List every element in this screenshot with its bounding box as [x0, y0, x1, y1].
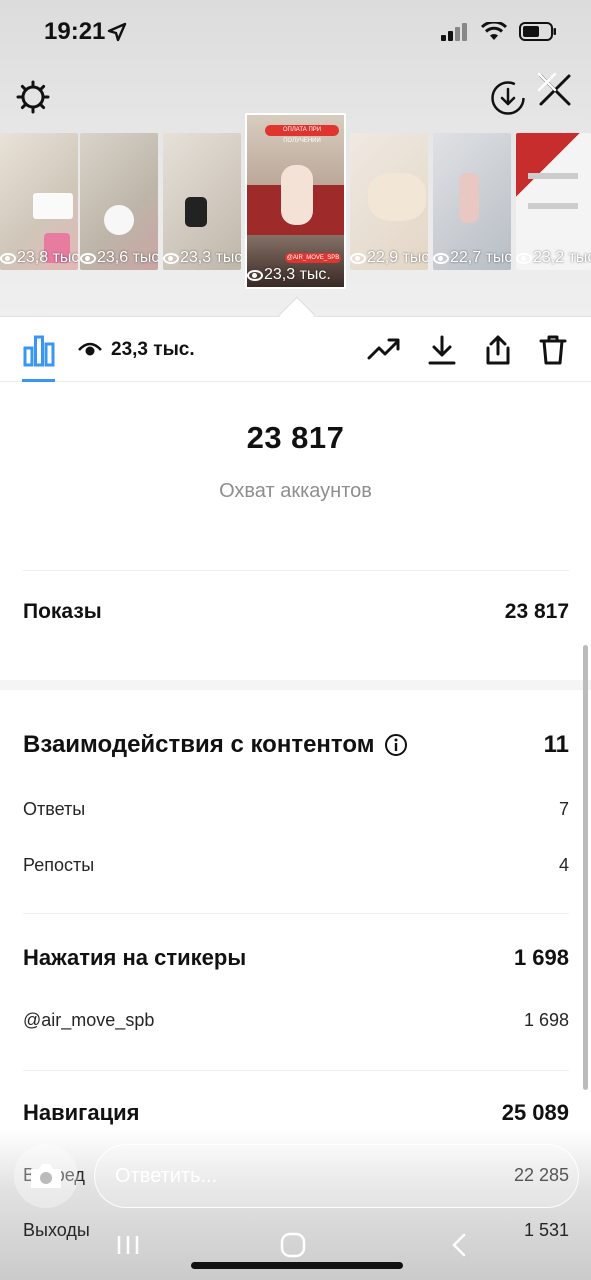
reach-label: Охват аккаунтов — [219, 480, 372, 502]
close-icon[interactable] — [535, 70, 575, 110]
story-thumbnail-selected[interactable]: ОПЛАТА ПРИ ПОЛУЧЕНИИ @AIR_MOVE_SPB 23,3 … — [245, 113, 346, 289]
sticker-mention-label: @air_move_spb — [23, 1010, 155, 1030]
eye-icon — [350, 252, 366, 264]
story-thumbnail[interactable]: 22,7 тыс. — [433, 133, 511, 270]
story-thumbnail[interactable]: 23,3 тыс. — [163, 133, 241, 270]
story-thumbnail[interactable]: 23,2 тыс. — [516, 133, 591, 270]
impressions-value: 23 817 — [504, 600, 569, 623]
wifi-icon — [481, 22, 507, 40]
eye-icon — [80, 252, 96, 264]
reposts-label: Репосты — [23, 855, 95, 875]
thumb-views: 23,3 тыс. — [180, 249, 241, 266]
sticker-taps-row: Нажатия на стикеры 1 698 — [23, 945, 569, 971]
story-thumbnail[interactable]: 22,9 тыс. — [350, 133, 428, 270]
thumb-views: 22,7 тыс. — [450, 249, 511, 266]
battery-icon — [519, 22, 556, 41]
reply-input[interactable]: Ответить... — [94, 1144, 579, 1208]
impressions-label: Показы — [23, 600, 102, 623]
save-download-icon[interactable] — [490, 80, 526, 116]
thumb-views: 23,3 тыс. — [264, 266, 331, 283]
replies-row: Ответы 7 — [23, 799, 569, 820]
eye-icon — [78, 342, 102, 356]
status-time: 19:21 — [44, 18, 106, 45]
trending-icon[interactable] — [367, 334, 401, 364]
navigation-row: Навигация 25 089 — [23, 1100, 569, 1126]
story-tag: @AIR_MOVE_SPB — [285, 253, 341, 263]
eye-icon — [0, 252, 16, 264]
thumb-views: 23,2 тыс. — [533, 249, 591, 266]
home-icon[interactable] — [280, 1232, 306, 1258]
reach-value: 23 817 — [246, 420, 345, 455]
eye-icon — [516, 252, 532, 264]
interactions-row: Взаимодействия с контентом 11 — [23, 731, 569, 759]
story-thumbnail[interactable]: 23,6 тыс. — [80, 133, 158, 270]
story-thumbnail[interactable]: 23,8 тыс. — [0, 133, 78, 270]
navigation-label: Навигация — [23, 1100, 140, 1125]
impressions-row: Показы 23 817 — [23, 600, 569, 624]
toolbar-views: 23,3 тыс. — [111, 339, 195, 360]
replies-label: Ответы — [23, 799, 86, 819]
home-indicator[interactable] — [191, 1262, 403, 1269]
android-nav-bar — [0, 1222, 591, 1280]
download-icon[interactable] — [427, 334, 457, 366]
eye-icon — [163, 252, 179, 264]
signal-icon — [441, 22, 467, 41]
interactions-label: Взаимодействия с контентом — [23, 731, 375, 758]
navigation-value: 25 089 — [501, 1100, 569, 1125]
sticker-taps-value: 1 698 — [513, 945, 569, 970]
sticker-mention-value: 1 698 — [523, 1010, 569, 1030]
interactions-value: 11 — [543, 731, 569, 758]
bar-chart-icon[interactable] — [22, 334, 56, 368]
thumb-views: 22,9 тыс. — [367, 249, 428, 266]
section-separator — [0, 680, 591, 690]
thumb-views: 23,6 тыс. — [97, 249, 158, 266]
story-banner: ОПЛАТА ПРИ ПОЛУЧЕНИИ — [265, 125, 339, 144]
scrollbar[interactable] — [583, 645, 588, 1090]
trash-icon[interactable] — [539, 334, 567, 366]
insights-toolbar: 23,3 тыс. — [0, 318, 591, 382]
settings-gear-icon[interactable] — [14, 78, 52, 116]
share-icon[interactable] — [483, 334, 513, 366]
divider — [23, 1070, 569, 1071]
sticker-taps-label: Нажатия на стикеры — [23, 945, 247, 970]
replies-value: 7 — [558, 799, 569, 819]
eye-icon — [433, 252, 449, 264]
thumb-views: 23,8 тыс. — [17, 249, 78, 266]
location-arrow-icon — [107, 22, 127, 42]
stories-carousel: 23,8 тыс. 23,6 тыс. 23,3 тыс. ОПЛАТА ПРИ… — [0, 113, 591, 293]
divider — [23, 913, 569, 914]
reposts-value: 4 — [558, 855, 569, 875]
info-icon[interactable] — [384, 733, 408, 757]
back-icon[interactable] — [448, 1232, 470, 1258]
eye-icon — [247, 269, 263, 281]
camera-icon — [31, 1164, 61, 1188]
status-bar: 19:21 — [0, 0, 591, 66]
reposts-row: Репосты 4 — [23, 855, 569, 876]
sticker-mention-row[interactable]: @air_move_spb 1 698 — [23, 1010, 569, 1031]
camera-button[interactable] — [14, 1144, 78, 1208]
active-tab-indicator — [22, 379, 55, 382]
reply-placeholder: Ответить... — [115, 1165, 218, 1187]
recent-apps-icon[interactable] — [116, 1234, 140, 1256]
divider — [23, 570, 569, 571]
